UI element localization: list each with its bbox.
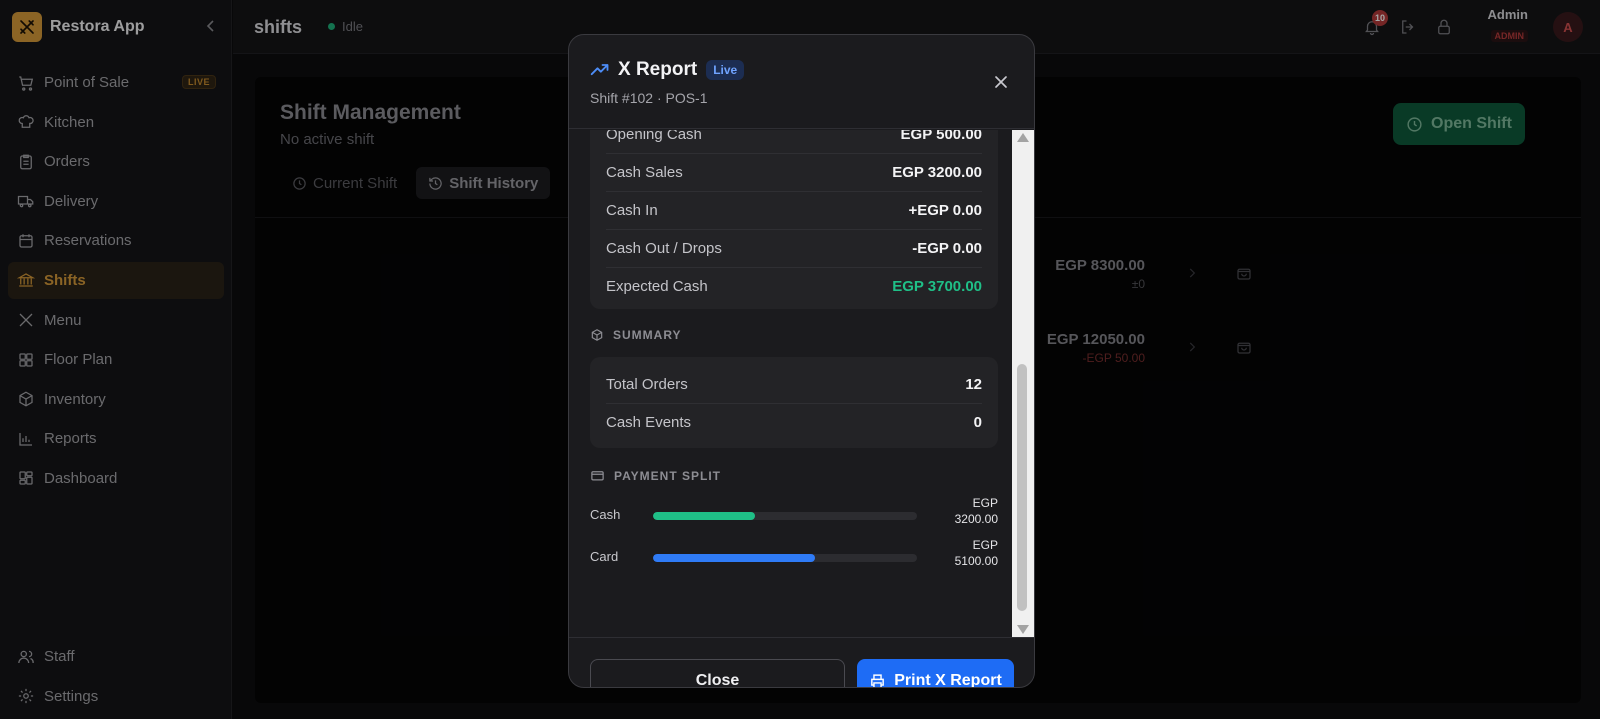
kv-row-opening-cash: Opening Cash EGP 500.00 [606, 130, 982, 153]
close-icon[interactable] [992, 73, 1010, 91]
payment-label: Card [590, 549, 619, 564]
payment-bar-fill [653, 512, 755, 520]
modal-body[interactable]: Opening Cash EGP 500.00 Cash Sales EGP 3… [569, 130, 1013, 637]
kv-row-total-orders: Total Orders 12 [606, 365, 982, 403]
kv-label: Cash In [606, 201, 658, 219]
kv-value: 12 [965, 375, 982, 393]
summary-section-label: SUMMARY [590, 328, 682, 342]
payment-row-cash: Cash EGP 3200.00 [590, 495, 998, 535]
kv-row-cash-in: Cash In +EGP 0.00 [606, 191, 982, 229]
modal-header: X Report Live Shift #102 · POS-1 [569, 35, 1034, 129]
order-summary-card: Total Orders 12 Cash Events 0 [590, 357, 998, 448]
kv-label: Expected Cash [606, 277, 708, 295]
kv-value: 0 [973, 413, 982, 431]
modal-scrollbar[interactable] [1012, 130, 1034, 637]
print-button-label: Print X Report [894, 672, 1002, 688]
trending-up-icon [590, 60, 610, 80]
payment-bar-fill [653, 554, 816, 562]
kv-value: +EGP 0.00 [908, 201, 982, 219]
app-root: Restora App Point of Sale LIVE Kitchen O… [0, 0, 1600, 719]
kv-value: EGP 3700.00 [892, 277, 982, 295]
printer-icon [869, 673, 886, 687]
payment-amount-value: 5100.00 [954, 554, 998, 568]
modal-footer: Close Print X Report [569, 637, 1034, 688]
payment-amount: EGP 5100.00 [918, 537, 998, 569]
scrollbar-thumb[interactable] [1017, 364, 1027, 611]
kv-label: Cash Out / Drops [606, 239, 722, 257]
modal-title-row: X Report Live [590, 59, 745, 81]
payment-amount: EGP 3200.00 [918, 495, 998, 527]
kv-row-cash-sales: Cash Sales EGP 3200.00 [606, 153, 982, 191]
section-label-text: SUMMARY [613, 328, 682, 342]
payment-row-card: Card EGP 5100.00 [590, 537, 998, 577]
kv-value: EGP 3200.00 [892, 163, 982, 181]
payment-bar-track [653, 512, 917, 520]
modal-title: X Report [618, 59, 698, 80]
scroll-up-arrow-icon[interactable] [1017, 133, 1029, 142]
payment-split-section-label: PAYMENT SPLIT [590, 468, 721, 483]
kv-row-expected-cash: Expected Cash EGP 3700.00 [606, 267, 982, 305]
live-badge: Live [706, 60, 745, 80]
modal-subtitle: Shift #102 · POS-1 [590, 90, 708, 106]
close-button[interactable]: Close [590, 659, 845, 687]
kv-label: Cash Sales [606, 163, 683, 181]
kv-label: Total Orders [606, 375, 688, 393]
box-icon [590, 328, 604, 342]
kv-row-cash-events: Cash Events 0 [606, 403, 982, 441]
payment-amount-value: 3200.00 [954, 512, 998, 526]
x-report-modal: X Report Live Shift #102 · POS-1 Opening… [568, 34, 1035, 688]
kv-value: EGP 500.00 [900, 130, 982, 143]
payment-bar-track [653, 554, 917, 562]
cash-summary-card: Opening Cash EGP 500.00 Cash Sales EGP 3… [590, 130, 998, 309]
print-x-report-button[interactable]: Print X Report [857, 659, 1014, 688]
kv-label: Opening Cash [606, 130, 702, 143]
scroll-down-arrow-icon[interactable] [1017, 625, 1029, 634]
kv-value: -EGP 0.00 [912, 239, 982, 257]
kv-row-cash-out: Cash Out / Drops -EGP 0.00 [606, 229, 982, 267]
kv-label: Cash Events [606, 413, 692, 431]
section-label-text: PAYMENT SPLIT [614, 468, 722, 483]
payment-label: Cash [590, 507, 621, 522]
payment-amount-currency: EGP [972, 496, 998, 510]
credit-card-icon [590, 468, 605, 483]
payment-amount-currency: EGP [972, 538, 998, 552]
